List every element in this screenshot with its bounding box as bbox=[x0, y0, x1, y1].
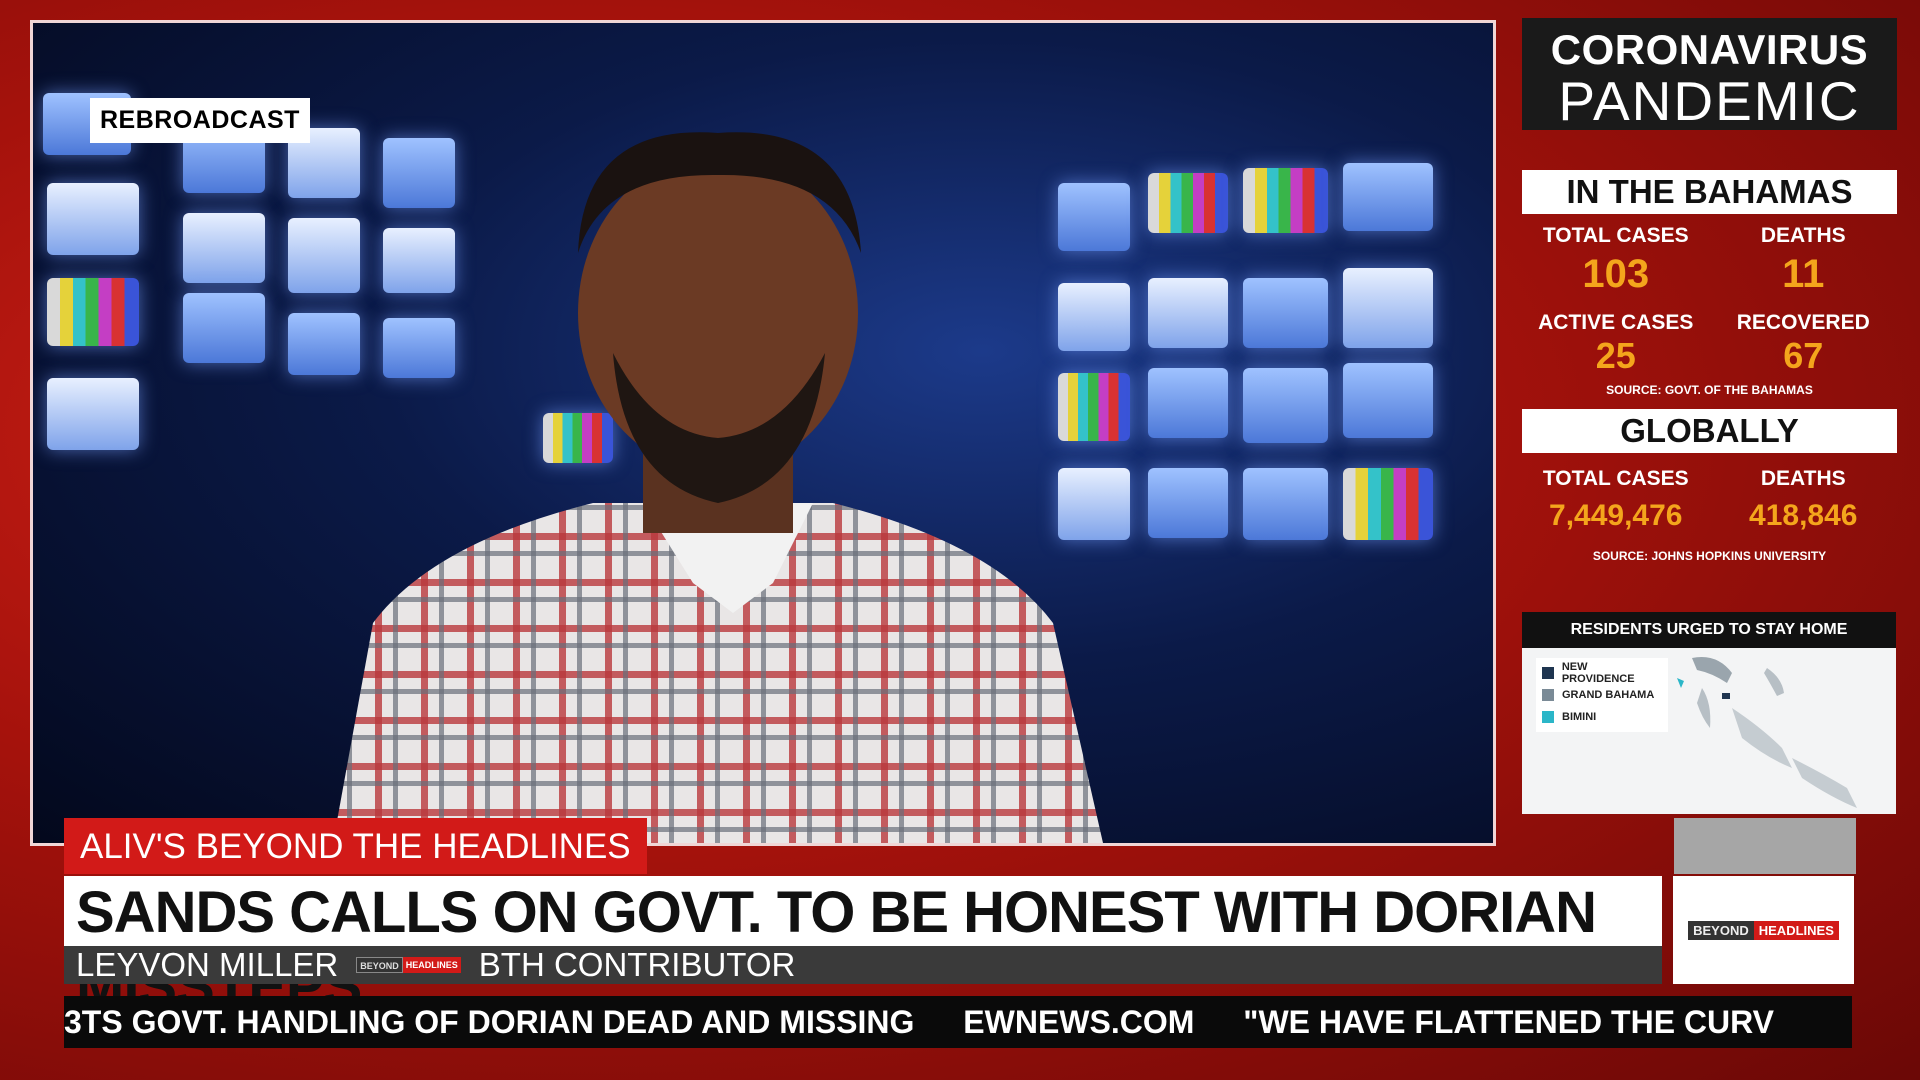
bahamas-heading: IN THE BAHAMAS bbox=[1522, 170, 1897, 214]
legend-label: BIMINI bbox=[1562, 711, 1597, 723]
legend-swatch bbox=[1542, 689, 1554, 701]
map-legend: NEW PROVIDENCE GRAND BAHAMA BIMINI bbox=[1536, 658, 1668, 732]
bahamas-deaths: DEATHS 11 bbox=[1710, 224, 1898, 297]
legend-label: NEW PROVIDENCE bbox=[1561, 661, 1635, 685]
show-logo-mark: BEYOND HEADLINES bbox=[1688, 920, 1839, 940]
stat-value: 103 bbox=[1582, 252, 1650, 296]
stay-home-map: RESIDENTS URGED TO STAY HOME NEW PROVIDE… bbox=[1522, 612, 1896, 814]
background-monitor bbox=[1243, 468, 1328, 540]
stat-label: DEATHS bbox=[1760, 224, 1846, 247]
legend-swatch bbox=[1542, 711, 1554, 723]
panel-title-line1: CORONAVIRUS bbox=[1550, 26, 1869, 73]
ticker-item: 3TS GOVT. HANDLING OF DORIAN DEAD AND MI… bbox=[64, 1004, 915, 1040]
global-deaths: DEATHS 418,846 bbox=[1710, 467, 1898, 533]
legend-swatch bbox=[1542, 667, 1554, 679]
legend-item: BIMINI bbox=[1542, 706, 1662, 728]
headline-bar: SANDS CALLS ON GOVT. TO BE HONEST WITH D… bbox=[64, 876, 1662, 1019]
contributor-bar: LEYVON MILLER BEYOND HEADLINES BTH CONTR… bbox=[64, 946, 1662, 984]
bahamas-stats-row2: ACTIVE CASES 25 RECOVERED 67 bbox=[1522, 311, 1897, 377]
stat-value: 418,846 bbox=[1749, 499, 1858, 532]
legend-label: GRAND BAHAMA bbox=[1562, 689, 1655, 701]
background-monitor bbox=[47, 278, 139, 346]
contributor-role: BTH CONTRIBUTOR bbox=[478, 946, 796, 983]
bahamas-source: SOURCE: GOVT. OF THE BAHAMAS bbox=[1606, 383, 1813, 397]
background-monitor bbox=[1243, 168, 1328, 233]
background-monitor bbox=[47, 378, 139, 450]
global-source: SOURCE: JOHNS HOPKINS UNIVERSITY bbox=[1592, 549, 1827, 563]
global-heading: GLOBALLY bbox=[1522, 409, 1897, 453]
stat-value: 67 bbox=[1783, 335, 1824, 376]
background-monitor bbox=[183, 213, 265, 283]
background-monitor bbox=[1343, 163, 1433, 231]
show-name-tag: ALIV'S BEYOND THE HEADLINES bbox=[64, 818, 647, 874]
stat-label: ACTIVE CASES bbox=[1538, 311, 1694, 334]
background-monitor bbox=[1243, 368, 1328, 443]
stat-label: DEATHS bbox=[1760, 467, 1846, 490]
background-monitor bbox=[1343, 468, 1433, 540]
stat-label: TOTAL CASES bbox=[1542, 224, 1689, 247]
stat-value: 11 bbox=[1782, 252, 1825, 296]
covid-stats-panel: CORONAVIRUS PANDEMIC IN THE BAHAMAS TOTA… bbox=[1522, 18, 1897, 563]
stat-value: 25 bbox=[1595, 335, 1636, 376]
logo-left-text: BEYOND bbox=[1688, 920, 1754, 940]
background-monitor bbox=[47, 183, 139, 255]
background-monitor bbox=[1243, 278, 1328, 348]
presenter bbox=[333, 132, 1103, 843]
stat-label: RECOVERED bbox=[1736, 311, 1870, 334]
ticker-item: "WE HAVE FLATTENED THE CURV bbox=[1243, 1004, 1775, 1040]
show-logo: BEYOND HEADLINES bbox=[1673, 876, 1854, 984]
news-ticker: 3TS GOVT. HANDLING OF DORIAN DEAD AND MI… bbox=[64, 996, 1852, 1048]
legend-item: GRAND BAHAMA bbox=[1542, 684, 1662, 706]
rebroadcast-badge: REBROADCAST bbox=[90, 98, 310, 143]
show-logo-small: BEYOND HEADLINES bbox=[356, 957, 461, 973]
logo-right-text: HEADLINES bbox=[402, 957, 461, 973]
stat-label: TOTAL CASES bbox=[1542, 467, 1689, 490]
panel-title: CORONAVIRUS PANDEMIC bbox=[1522, 18, 1897, 130]
global-total-cases: TOTAL CASES 7,449,476 bbox=[1522, 467, 1710, 533]
ticker-item: EWNEWS.COM bbox=[963, 1004, 1195, 1040]
map-heading: RESIDENTS URGED TO STAY HOME bbox=[1522, 612, 1896, 648]
contributor-name: LEYVON MILLER bbox=[76, 946, 339, 983]
background-monitor bbox=[183, 293, 265, 363]
video-feed: REBROADCAST bbox=[30, 20, 1496, 846]
bahamas-active-cases: ACTIVE CASES 25 bbox=[1522, 311, 1710, 377]
panel-title-line2: PANDEMIC bbox=[1558, 70, 1861, 132]
bahamas-recovered: RECOVERED 67 bbox=[1710, 311, 1898, 377]
background-monitor bbox=[1343, 363, 1433, 438]
logo-right-text: HEADLINES bbox=[1753, 920, 1839, 940]
legend-item: NEW PROVIDENCE bbox=[1542, 661, 1662, 685]
stat-value: 7,449,476 bbox=[1549, 499, 1683, 532]
bahamas-stats-row1: TOTAL CASES 103 DEATHS 11 bbox=[1522, 224, 1897, 297]
global-stats: TOTAL CASES 7,449,476 DEATHS 418,846 bbox=[1522, 467, 1897, 533]
bahamas-total-cases: TOTAL CASES 103 bbox=[1522, 224, 1710, 297]
logo-left-text: BEYOND bbox=[356, 957, 403, 973]
logo-tab bbox=[1674, 818, 1856, 874]
background-monitor bbox=[1343, 268, 1433, 348]
bahamas-map-shape bbox=[1677, 657, 1857, 808]
